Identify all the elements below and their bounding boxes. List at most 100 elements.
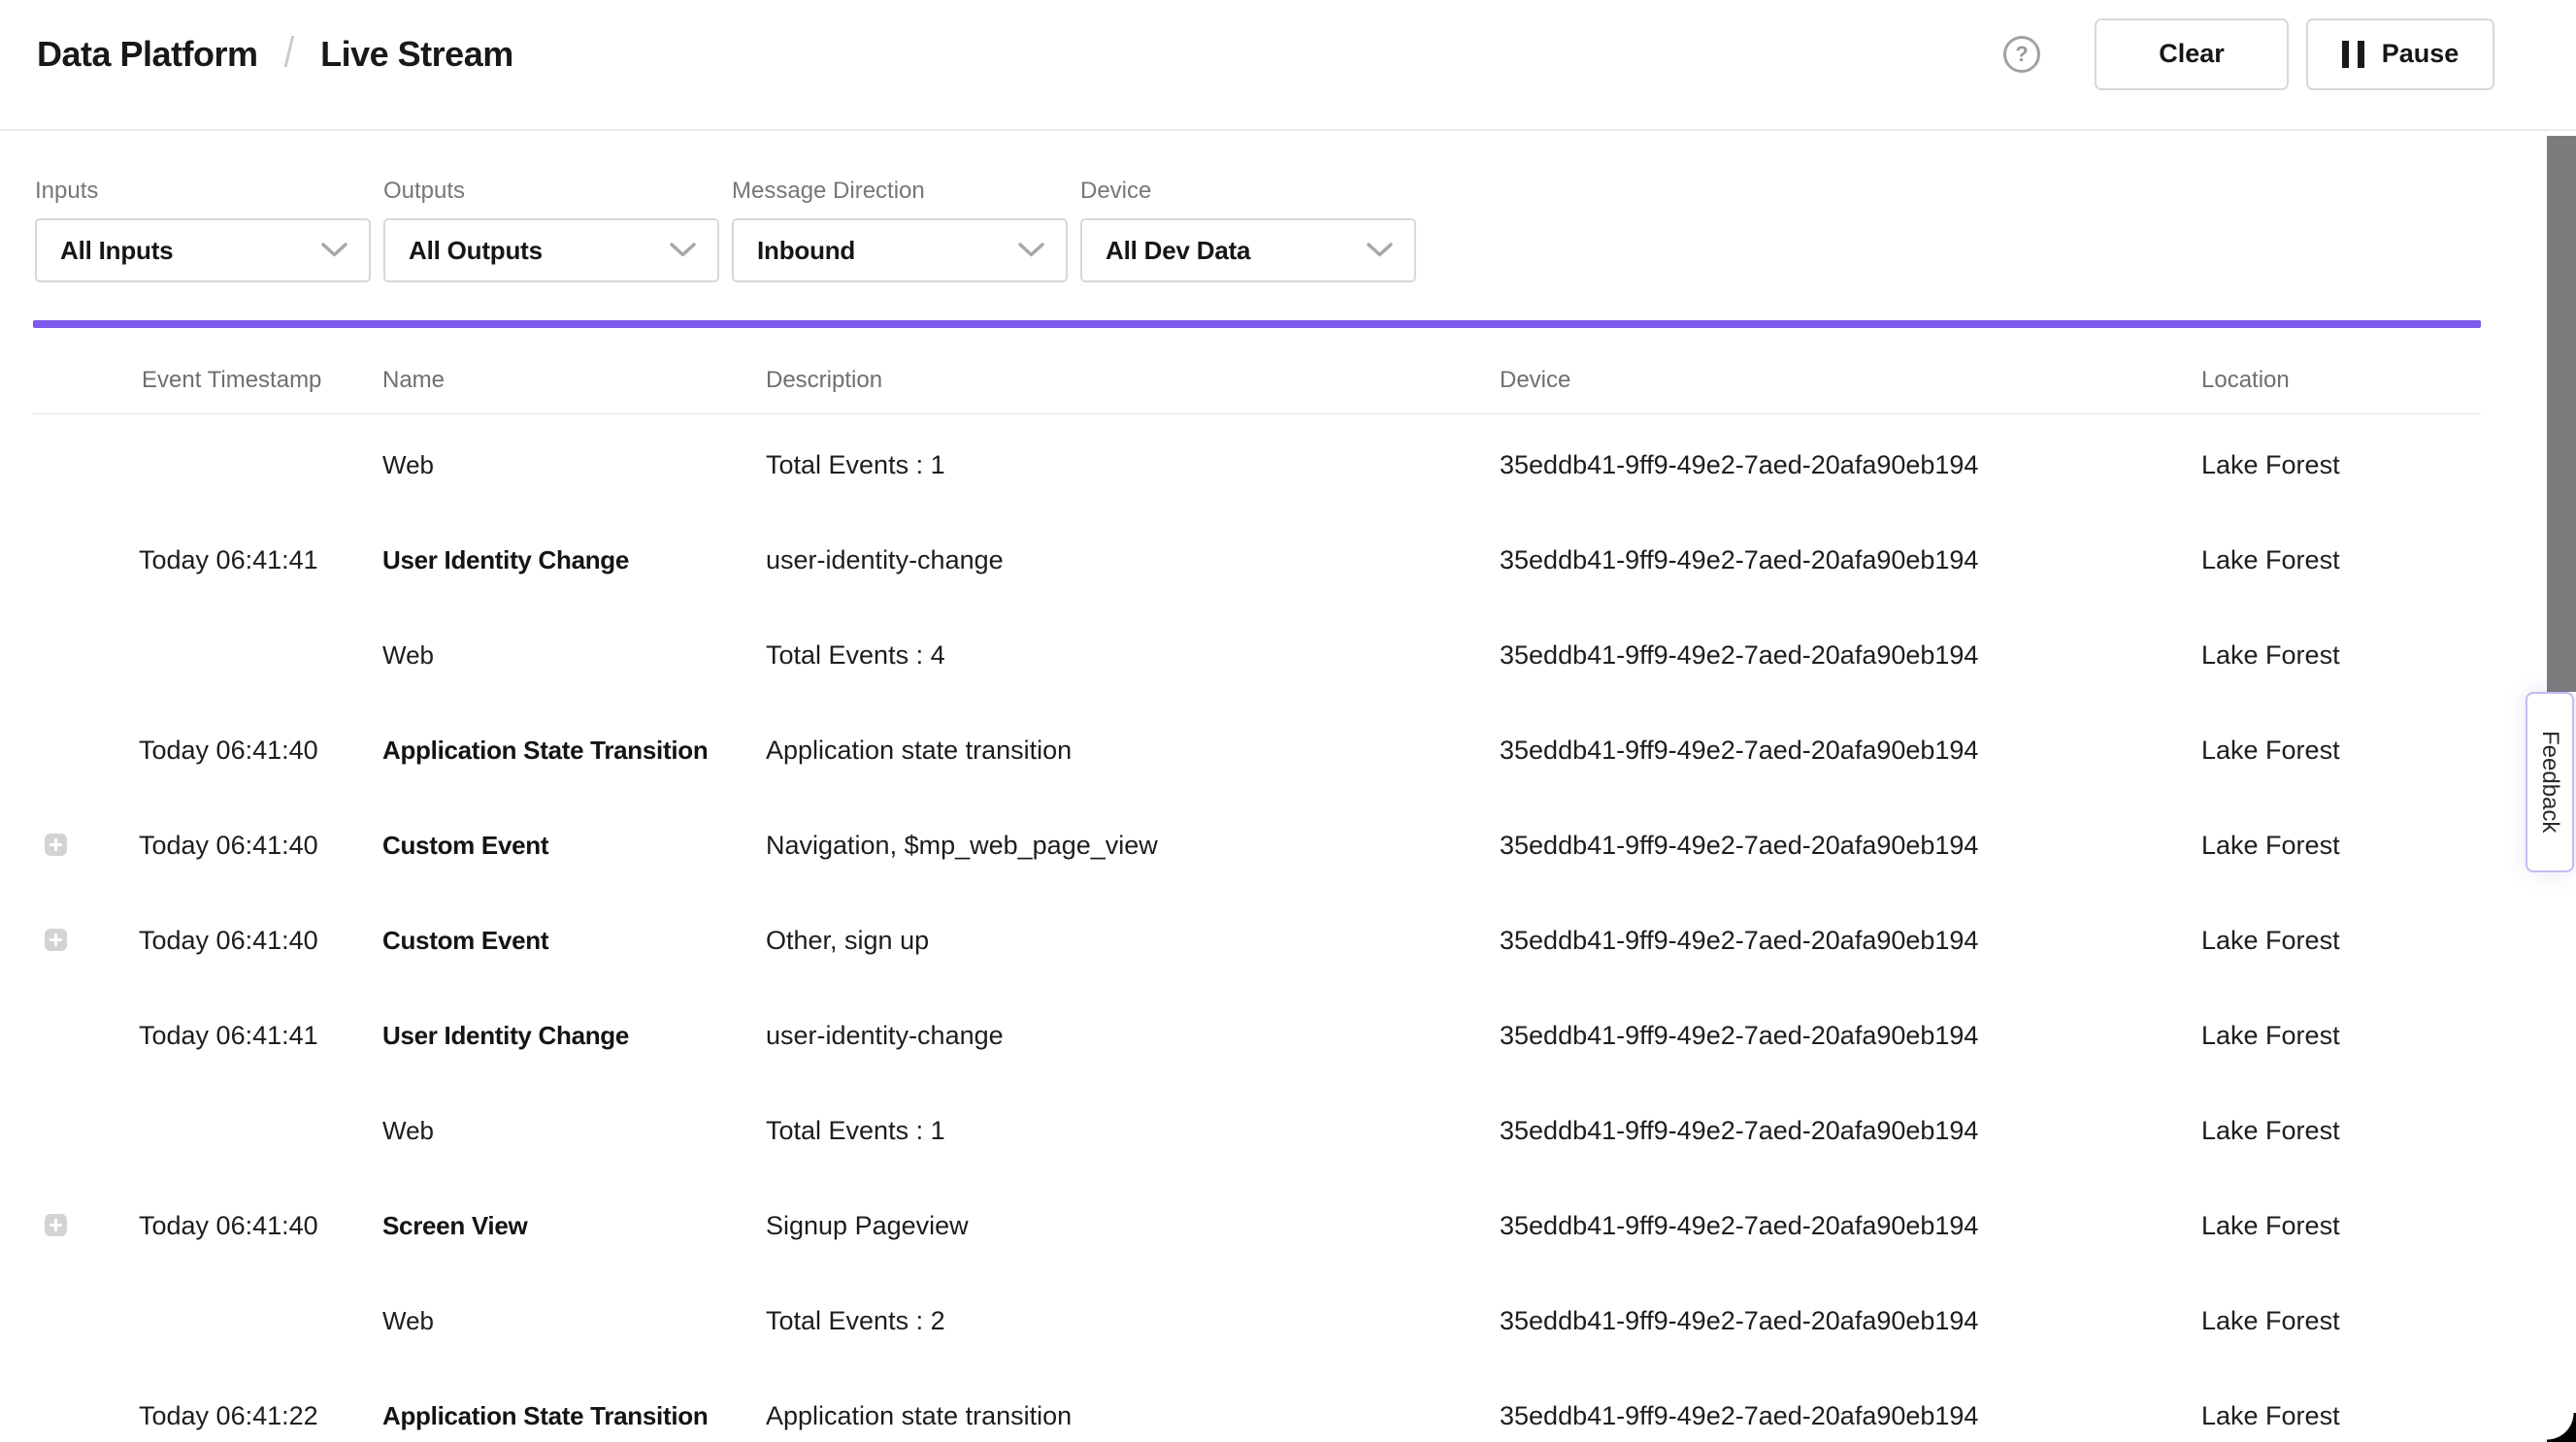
outputs-filter-label: Outputs — [383, 178, 719, 205]
cell-device: 35eddb41-9ff9-49e2-7aed-20afa90eb194 — [1500, 1178, 1978, 1273]
table-row[interactable]: Today 06:41:41 User Identity Change user… — [33, 988, 2481, 1083]
cell-description: Application state transition — [766, 703, 1072, 798]
cell-location: Lake Forest — [2201, 1083, 2340, 1178]
breadcrumb: Data Platform / Live Stream — [37, 33, 513, 75]
cell-device: 35eddb41-9ff9-49e2-7aed-20afa90eb194 — [1500, 703, 1978, 798]
inputs-select[interactable]: All Inputs — [35, 218, 371, 282]
cell-device: 35eddb41-9ff9-49e2-7aed-20afa90eb194 — [1500, 798, 1978, 893]
breadcrumb-data-platform[interactable]: Data Platform — [37, 34, 258, 75]
cell-name: User Identity Change — [382, 512, 629, 607]
expand-row-button[interactable] — [45, 834, 67, 856]
cell-description: Total Events : 2 — [766, 1273, 945, 1368]
outputs-select-value: All Outputs — [409, 236, 543, 266]
table-row[interactable]: Today 06:41:40 Custom Event Other, sign … — [33, 893, 2481, 988]
inputs-filter-label: Inputs — [35, 178, 371, 205]
message-direction-select-value: Inbound — [757, 236, 855, 266]
filter-device: Device All Dev Data — [1080, 178, 1416, 282]
page-header: Data Platform / Live Stream ? Clear Paus… — [0, 0, 2576, 131]
feedback-tab[interactable]: Feedback — [2526, 692, 2574, 872]
table-row[interactable]: Web Total Events : 4 35eddb41-9ff9-49e2-… — [33, 607, 2481, 703]
filters-bar: Inputs All Inputs Outputs All Outputs Me… — [35, 178, 1416, 282]
breadcrumb-separator-icon: / — [284, 30, 295, 78]
chevron-down-icon — [321, 243, 347, 258]
column-header-event-timestamp: Event Timestamp — [142, 367, 321, 394]
cell-name: Web — [382, 607, 434, 703]
outputs-select[interactable]: All Outputs — [383, 218, 719, 282]
expand-row-button[interactable] — [45, 1214, 67, 1236]
column-header-name: Name — [382, 367, 445, 394]
cell-location: Lake Forest — [2201, 1273, 2340, 1368]
cell-location: Lake Forest — [2201, 1178, 2340, 1273]
table-row[interactable]: Today 06:41:22 Application State Transit… — [33, 1368, 2481, 1442]
cell-name: Application State Transition — [382, 1368, 708, 1442]
table-row[interactable]: Today 06:41:40 Custom Event Navigation, … — [33, 798, 2481, 893]
cell-event-timestamp: Today 06:41:40 — [139, 893, 318, 988]
pause-icon — [2342, 41, 2364, 68]
help-glyph: ? — [2015, 42, 2028, 67]
cell-event-timestamp: Today 06:41:22 — [139, 1368, 318, 1442]
cell-location: Lake Forest — [2201, 703, 2340, 798]
filter-outputs: Outputs All Outputs — [383, 178, 719, 282]
accent-divider — [33, 320, 2481, 328]
cell-device: 35eddb41-9ff9-49e2-7aed-20afa90eb194 — [1500, 1083, 1978, 1178]
cell-location: Lake Forest — [2201, 798, 2340, 893]
expand-row-button[interactable] — [45, 929, 67, 951]
help-icon[interactable]: ? — [2003, 36, 2040, 73]
table-row[interactable]: Today 06:41:41 User Identity Change user… — [33, 512, 2481, 607]
chevron-down-icon — [670, 243, 696, 258]
cell-description: Total Events : 1 — [766, 417, 945, 512]
cell-description: Other, sign up — [766, 893, 929, 988]
table-row[interactable]: Web Total Events : 1 35eddb41-9ff9-49e2-… — [33, 1083, 2481, 1178]
filter-inputs: Inputs All Inputs — [35, 178, 371, 282]
cell-location: Lake Forest — [2201, 417, 2340, 512]
cell-description: Total Events : 4 — [766, 607, 945, 703]
message-direction-select[interactable]: Inbound — [732, 218, 1068, 282]
cell-event-timestamp: Today 06:41:40 — [139, 1178, 318, 1273]
cell-device: 35eddb41-9ff9-49e2-7aed-20afa90eb194 — [1500, 417, 1978, 512]
window-corner — [2547, 1413, 2576, 1442]
cell-name: User Identity Change — [382, 988, 629, 1083]
clear-button[interactable]: Clear — [2095, 18, 2289, 90]
cell-location: Lake Forest — [2201, 988, 2340, 1083]
table-row[interactable]: Today 06:41:40 Screen View Signup Pagevi… — [33, 1178, 2481, 1273]
device-filter-label: Device — [1080, 178, 1416, 205]
table-row[interactable]: Web Total Events : 1 35eddb41-9ff9-49e2-… — [33, 417, 2481, 512]
cell-description: Application state transition — [766, 1368, 1072, 1442]
column-header-description: Description — [766, 367, 882, 394]
cell-name: Web — [382, 417, 434, 512]
table-row[interactable]: Web Total Events : 2 35eddb41-9ff9-49e2-… — [33, 1273, 2481, 1368]
breadcrumb-live-stream: Live Stream — [320, 34, 513, 75]
cell-device: 35eddb41-9ff9-49e2-7aed-20afa90eb194 — [1500, 1368, 1978, 1442]
cell-name: Custom Event — [382, 798, 548, 893]
cell-device: 35eddb41-9ff9-49e2-7aed-20afa90eb194 — [1500, 512, 1978, 607]
column-header-device: Device — [1500, 367, 1570, 394]
table-header-row: Event Timestamp Name Description Device … — [33, 328, 2481, 414]
device-select-value: All Dev Data — [1106, 236, 1250, 266]
cell-event-timestamp: Today 06:41:41 — [139, 988, 318, 1083]
cell-name: Web — [382, 1083, 434, 1178]
vertical-scrollbar[interactable] — [2547, 136, 2576, 692]
filter-message-direction: Message Direction Inbound — [732, 178, 1068, 282]
device-select[interactable]: All Dev Data — [1080, 218, 1416, 282]
cell-event-timestamp: Today 06:41:41 — [139, 512, 318, 607]
table-row[interactable]: Today 06:41:40 Application State Transit… — [33, 703, 2481, 798]
chevron-down-icon — [1367, 243, 1393, 258]
column-header-location: Location — [2201, 367, 2290, 394]
cell-name: Application State Transition — [382, 703, 708, 798]
cell-description: Signup Pageview — [766, 1178, 969, 1273]
cell-name: Custom Event — [382, 893, 548, 988]
message-direction-filter-label: Message Direction — [732, 178, 1068, 205]
cell-location: Lake Forest — [2201, 893, 2340, 988]
cell-description: user-identity-change — [766, 512, 1004, 607]
header-actions: ? Clear Pause — [2003, 18, 2494, 90]
cell-description: Total Events : 1 — [766, 1083, 945, 1178]
cell-location: Lake Forest — [2201, 607, 2340, 703]
cell-event-timestamp: Today 06:41:40 — [139, 798, 318, 893]
cell-device: 35eddb41-9ff9-49e2-7aed-20afa90eb194 — [1500, 607, 1978, 703]
cell-device: 35eddb41-9ff9-49e2-7aed-20afa90eb194 — [1500, 1273, 1978, 1368]
cell-name: Screen View — [382, 1178, 527, 1273]
pause-button[interactable]: Pause — [2306, 18, 2494, 90]
cell-description: Navigation, $mp_web_page_view — [766, 798, 1158, 893]
events-table: Event Timestamp Name Description Device … — [33, 328, 2481, 1442]
pause-button-label: Pause — [2382, 39, 2460, 69]
